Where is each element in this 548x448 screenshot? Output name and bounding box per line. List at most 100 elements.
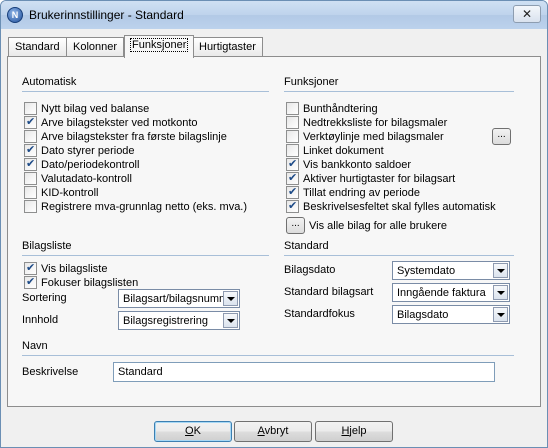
verktoylinje-more-button[interactable]: ... bbox=[492, 128, 511, 145]
checkbox-label: Fokuser bilagslisten bbox=[41, 276, 139, 289]
section-divider bbox=[284, 255, 514, 256]
checkbox-box bbox=[24, 130, 37, 143]
hjelp-label-rest: jelp bbox=[349, 425, 367, 437]
hjelp-button[interactable]: Hjelp bbox=[315, 421, 393, 442]
section-title-automatisk: Automatisk bbox=[22, 76, 77, 88]
checkbox-label: KID-kontroll bbox=[41, 186, 99, 199]
section-title-navn: Navn bbox=[22, 340, 48, 352]
beskrivelse-input[interactable]: Standard bbox=[113, 362, 495, 382]
section-title-standard: Standard bbox=[284, 240, 329, 252]
checkbox-label: Bunthåndtering bbox=[303, 102, 378, 115]
checkbox-box bbox=[286, 185, 299, 199]
checkbox-beskrivelse-automatisk[interactable]: Beskrivelsesfeltet skal fylles automatis… bbox=[286, 199, 496, 213]
innhold-select[interactable]: Bilagsregistrering bbox=[118, 311, 240, 330]
checkbox-label: Arve bilagstekster ved motkonto bbox=[41, 116, 198, 129]
checkbox-fokuser-bilagslisten[interactable]: Fokuser bilagslisten bbox=[24, 275, 139, 289]
ok-label-rest: K bbox=[193, 425, 201, 437]
checkbox-box bbox=[24, 261, 37, 275]
standard-bilagsart-label: Standard bilagsart bbox=[284, 286, 374, 298]
settings-window: N Brukerinnstillinger - Standard ✕ Stand… bbox=[0, 0, 548, 448]
section-title-funksjoner: Funksjoner bbox=[284, 76, 339, 88]
checkbox-label: Beskrivelsesfeltet skal fylles automatis… bbox=[303, 200, 496, 213]
standardfokus-label: Standardfokus bbox=[284, 308, 355, 320]
checkbox-label: Arve bilagstekster fra første bilagslinj… bbox=[41, 130, 227, 143]
checkbox-valutadato-kontroll[interactable]: Valutadato-kontroll bbox=[24, 172, 132, 185]
checkbox-endring-periode[interactable]: Tillat endring av periode bbox=[286, 185, 420, 199]
checkbox-box bbox=[24, 143, 37, 157]
checkbox-label: Verktøylinje med bilagsmaler bbox=[303, 130, 444, 143]
bilagsdato-select[interactable]: Systemdato bbox=[392, 261, 510, 280]
tab-funksjoner-label: Funksjoner bbox=[129, 38, 189, 52]
sortering-label: Sortering bbox=[22, 292, 67, 304]
beskrivelse-value: Standard bbox=[118, 366, 163, 378]
checkbox-linket-dokument[interactable]: Linket dokument bbox=[286, 144, 384, 157]
checkbox-nedtrekksliste[interactable]: Nedtrekksliste for bilagsmaler bbox=[286, 116, 447, 129]
checkbox-arve-forste-linje[interactable]: Arve bilagstekster fra første bilagslinj… bbox=[24, 130, 227, 143]
chevron-down-icon[interactable] bbox=[493, 285, 508, 300]
checkbox-box bbox=[286, 116, 299, 129]
window-title: Brukerinnstillinger - Standard bbox=[29, 8, 184, 22]
chevron-down-icon[interactable] bbox=[223, 313, 238, 328]
app-icon: N bbox=[7, 7, 23, 23]
innhold-label: Innhold bbox=[22, 314, 59, 326]
checkbox-bankkonto-saldoer[interactable]: Vis bankkonto saldoer bbox=[286, 157, 412, 171]
chevron-down-icon[interactable] bbox=[493, 307, 508, 322]
checkbox-box bbox=[24, 157, 37, 171]
avbryt-button[interactable]: Avbryt bbox=[234, 421, 312, 442]
checkbox-label: Nedtrekksliste for bilagsmaler bbox=[303, 116, 448, 129]
checkbox-label: Dato/periodekontroll bbox=[41, 158, 140, 171]
checkbox-label: Registrere mva-grunnlag netto (eks. mva.… bbox=[41, 200, 248, 213]
checkbox-box bbox=[286, 171, 299, 185]
checkbox-vis-bilagsliste[interactable]: Vis bilagsliste bbox=[24, 261, 107, 275]
checkbox-arve-motkonto[interactable]: Arve bilagstekster ved motkonto bbox=[24, 115, 198, 129]
bilagsdato-value: Systemdato bbox=[397, 265, 456, 277]
ok-button[interactable]: OK bbox=[154, 421, 232, 442]
checkbox-label: Vis bankkonto saldoer bbox=[303, 158, 412, 171]
checkbox-nytt-bilag[interactable]: Nytt bilag ved balanse bbox=[24, 102, 149, 115]
avbryt-mnemonic: A bbox=[257, 425, 265, 437]
checkbox-label: Tillat endring av periode bbox=[303, 186, 420, 199]
standardfokus-select[interactable]: Bilagsdato bbox=[392, 305, 510, 324]
checkbox-box bbox=[286, 130, 299, 143]
section-title-bilagsliste: Bilagsliste bbox=[22, 240, 72, 252]
checkbox-label: Dato styrer periode bbox=[41, 144, 135, 157]
checkbox-box bbox=[286, 144, 299, 157]
checkbox-hurtigtaster-bilagsart[interactable]: Aktiver hurtigtaster for bilagsart bbox=[286, 171, 456, 185]
checkbox-box bbox=[24, 200, 37, 213]
checkbox-box bbox=[24, 102, 37, 115]
vis-alle-bilag-button[interactable]: ... bbox=[286, 217, 305, 234]
tab-standard[interactable]: Standard bbox=[8, 37, 67, 57]
checkbox-verktoylinje[interactable]: Verktøylinje med bilagsmaler bbox=[286, 130, 444, 143]
avbryt-label-rest: vbryt bbox=[264, 425, 289, 437]
section-divider bbox=[284, 91, 514, 92]
ok-mnemonic: O bbox=[185, 425, 194, 437]
checkbox-label: Linket dokument bbox=[303, 144, 384, 157]
sortering-select[interactable]: Bilagsart/bilagsnummer bbox=[118, 289, 240, 308]
checkbox-bunthandtering[interactable]: Bunthåndtering bbox=[286, 102, 378, 115]
section-divider bbox=[22, 91, 269, 92]
title-bar[interactable]: N Brukerinnstillinger - Standard ✕ bbox=[1, 1, 547, 29]
checkbox-mva-netto[interactable]: Registrere mva-grunnlag netto (eks. mva.… bbox=[24, 200, 247, 213]
checkbox-box bbox=[24, 172, 37, 185]
bilagsdato-label: Bilagsdato bbox=[284, 264, 336, 276]
checkbox-label: Valutadato-kontroll bbox=[41, 172, 132, 185]
checkbox-box bbox=[286, 157, 299, 171]
standard-bilagsart-select[interactable]: Inngående faktura bbox=[392, 283, 510, 302]
tab-hurtigtaster[interactable]: Hurtigtaster bbox=[192, 37, 263, 57]
checkbox-dato-periodekontroll[interactable]: Dato/periodekontroll bbox=[24, 157, 140, 171]
checkbox-kid-kontroll[interactable]: KID-kontroll bbox=[24, 186, 98, 199]
checkbox-dato-styrer-periode[interactable]: Dato styrer periode bbox=[24, 143, 135, 157]
checkbox-box bbox=[286, 199, 299, 213]
vis-alle-bilag-label: Vis alle bilag for alle brukere bbox=[309, 220, 447, 232]
checkbox-label: Aktiver hurtigtaster for bilagsart bbox=[303, 172, 456, 185]
tab-kolonner[interactable]: Kolonner bbox=[66, 37, 125, 57]
section-divider bbox=[22, 255, 269, 256]
chevron-down-icon[interactable] bbox=[223, 291, 238, 306]
tab-funksjoner[interactable]: Funksjoner bbox=[124, 35, 195, 58]
chevron-down-icon[interactable] bbox=[493, 263, 508, 278]
checkbox-box bbox=[24, 115, 37, 129]
checkbox-label: Nytt bilag ved balanse bbox=[41, 102, 150, 115]
close-button[interactable]: ✕ bbox=[513, 5, 541, 23]
checkbox-box bbox=[24, 275, 37, 289]
standardfokus-value: Bilagsdato bbox=[397, 309, 449, 321]
